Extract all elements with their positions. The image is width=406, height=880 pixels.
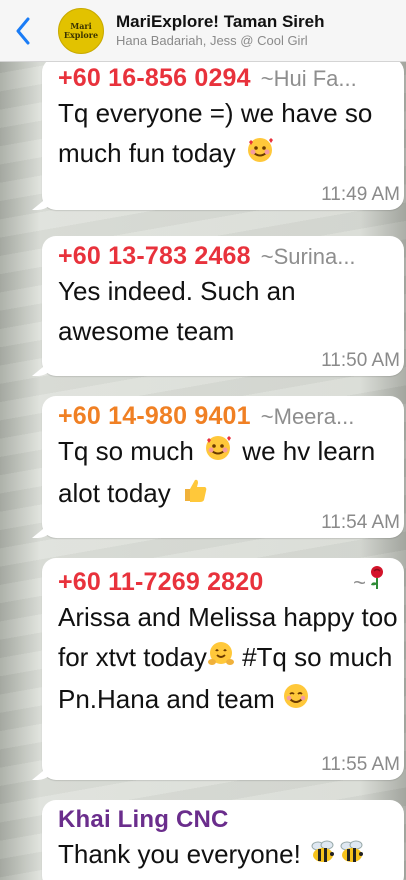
chat-header: Mari Explore MariExplore! Taman Sireh Ha…	[0, 0, 406, 62]
thumbs-up-icon	[181, 475, 209, 515]
sender-alias: ~Surina...	[260, 244, 356, 269]
sender-row: Khai Ling CNC	[58, 806, 390, 834]
message-time: 11:50 AM	[321, 350, 400, 371]
message-time: 11:49 AM	[321, 184, 400, 205]
message-bubble[interactable]: Khai Ling CNC Thank you everyone!	[42, 800, 404, 880]
message-text: Thank you everyone!	[58, 834, 390, 876]
sender-alias: ~	[353, 570, 366, 595]
message-text: Tq everyone =) we have so much fun today	[58, 93, 390, 175]
message-text-part: Tq everyone =) we have so much fun today	[58, 98, 373, 168]
back-button[interactable]	[0, 0, 46, 62]
message-text: Arissa and Melissa happy too for xtvt to…	[58, 597, 406, 721]
hugging-face-icon	[207, 639, 235, 679]
rose-icon	[367, 564, 387, 595]
message-bubble[interactable]: +60 11-7269 2820 ~ Arissa and Melissa ha…	[42, 558, 404, 780]
bee-icon	[309, 836, 337, 876]
message-text: Yes indeed. Such an awesome team	[58, 276, 296, 346]
group-info[interactable]: MariExplore! Taman Sireh Hana Badariah, …	[116, 12, 406, 49]
chevron-left-icon	[16, 17, 30, 44]
message-text: Tq so much we hv learn alot today	[58, 431, 406, 515]
sender-alias: ~Hui Fa...	[260, 66, 357, 91]
message-bubble[interactable]: +60 16-856 0294 ~Hui Fa... Tq everyone =…	[42, 58, 404, 210]
sender-phone[interactable]: +60 14-980 9401	[58, 402, 251, 431]
sender-row: +60 16-856 0294 ~Hui Fa...	[58, 64, 390, 93]
smiling-face-with-hearts-icon	[246, 135, 274, 175]
sender-row: +60 13-783 2468 ~Surina...	[58, 242, 390, 271]
sender-phone[interactable]: +60 11-7269 2820	[58, 568, 263, 597]
group-avatar[interactable]: Mari Explore	[58, 7, 104, 54]
message-bubble[interactable]: +60 13-783 2468 ~Surina... Yes indeed. S…	[42, 236, 404, 376]
sender-alias: ~Meera...	[260, 404, 355, 429]
bee-icon	[338, 836, 366, 876]
sender-phone[interactable]: +60 13-783 2468	[58, 242, 251, 271]
avatar-logo-text: Mari Explore	[63, 20, 99, 40]
smiling-face-with-hearts-icon	[204, 433, 232, 473]
message-text-part: Tq so much	[58, 436, 194, 466]
message-time: 11:55 AM	[321, 754, 400, 775]
message-text-part: Thank you everyone!	[58, 839, 301, 869]
group-members: Hana Badariah, Jess @ Cool Girl	[116, 33, 308, 48]
sender-row: +60 14-980 9401 ~Meera...	[58, 402, 390, 431]
sender-name[interactable]: Khai Ling CNC	[58, 806, 229, 834]
group-title: MariExplore! Taman Sireh	[116, 12, 325, 31]
smiling-face-icon	[282, 681, 310, 721]
sender-phone[interactable]: +60 16-856 0294	[58, 64, 251, 93]
message-bubble[interactable]: +60 14-980 9401 ~Meera... Tq so much we …	[42, 396, 404, 538]
sender-row: +60 11-7269 2820 ~	[58, 564, 390, 597]
message-time: 11:54 AM	[321, 512, 400, 533]
